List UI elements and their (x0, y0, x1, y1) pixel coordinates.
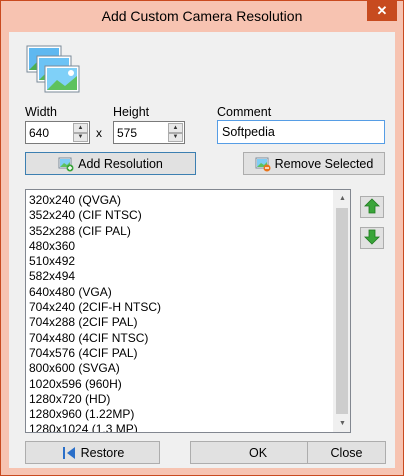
restore-button[interactable]: Restore (25, 441, 160, 464)
window-title: Add Custom Camera Resolution (101, 8, 303, 24)
remove-picture-icon (255, 156, 271, 172)
add-resolution-button[interactable]: Add Resolution (25, 152, 196, 175)
move-up-button[interactable] (360, 196, 384, 218)
width-increment-button[interactable]: ▲ (73, 123, 88, 133)
dialog-client-area: Width 640 ▲ ▼ x Height 575 ▲ ▼ Comment S… (9, 32, 395, 468)
dialog-window: Add Custom Camera Resolution ✕ Width 640 (0, 0, 404, 476)
height-value[interactable]: 575 (117, 126, 137, 140)
resolution-list-item[interactable]: 704x576 (4CIF PAL) (29, 346, 161, 361)
resolution-list-item[interactable]: 704x480 (4CIF NTSC) (29, 331, 161, 346)
resolution-list-item[interactable]: 480x360 (29, 239, 161, 254)
resolution-list-item[interactable]: 352x288 (CIF PAL) (29, 224, 161, 239)
comment-input[interactable] (218, 121, 384, 143)
width-value[interactable]: 640 (29, 126, 49, 140)
green-down-arrow-icon (364, 229, 380, 248)
resolution-list-item[interactable]: 1280x720 (HD) (29, 392, 161, 407)
resolution-list-item[interactable]: 582x494 (29, 269, 161, 284)
height-decrement-button[interactable]: ▼ (168, 132, 183, 142)
resolution-list-item[interactable]: 704x288 (2CIF PAL) (29, 315, 161, 330)
height-increment-button[interactable]: ▲ (168, 123, 183, 133)
resolution-list-item[interactable]: 1280x960 (1.22MP) (29, 407, 161, 422)
restore-label: Restore (80, 445, 125, 460)
restore-icon (61, 445, 77, 461)
add-resolution-label: Add Resolution (78, 156, 163, 171)
resolution-list-item[interactable]: 640x480 (VGA) (29, 285, 161, 300)
stacked-pictures-icon (25, 44, 81, 96)
resolution-list-item[interactable]: 704x240 (2CIF-H NTSC) (29, 300, 161, 315)
green-up-arrow-icon (364, 197, 380, 217)
move-down-button[interactable] (360, 227, 384, 249)
list-vertical-scrollbar[interactable]: ▲ ▼ (333, 190, 350, 432)
resolution-items: 320x240 (QVGA) 352x240 (CIF NTSC) 352x288 … (29, 193, 161, 432)
resolution-list-item[interactable]: 800x600 (SVGA) (29, 361, 161, 376)
ok-label: OK (248, 445, 268, 460)
resolution-list-item[interactable]: 1020x596 (960H) (29, 377, 161, 392)
close-window-button[interactable]: ✕ (367, 1, 397, 21)
height-label: Height (113, 105, 150, 119)
width-spinner[interactable]: 640 ▲ ▼ (25, 121, 90, 144)
remove-selected-label: Remove Selected (274, 156, 374, 171)
title-bar[interactable]: Add Custom Camera Resolution ✕ (1, 1, 403, 32)
ok-button[interactable]: OK (190, 441, 326, 464)
resolution-list-item[interactable]: 352x240 (CIF NTSC) (29, 208, 161, 223)
resolution-list-item[interactable]: 320x240 (QVGA) (29, 193, 161, 208)
resolution-list-item[interactable]: 1280x1024 (1.3 MP) (29, 422, 161, 432)
close-label: Close (330, 445, 363, 460)
comment-field[interactable] (217, 120, 385, 144)
resolution-list[interactable]: 320x240 (QVGA) 352x240 (CIF NTSC) 352x288 … (25, 189, 351, 433)
width-label: Width (25, 105, 57, 119)
dimension-separator: x (96, 126, 102, 140)
comment-label: Comment (217, 105, 272, 119)
scroll-up-icon[interactable]: ▲ (334, 190, 350, 207)
remove-selected-button[interactable]: Remove Selected (243, 152, 385, 175)
scroll-down-icon[interactable]: ▼ (334, 415, 350, 432)
resolution-list-item[interactable]: 510x492 (29, 254, 161, 269)
add-picture-icon (58, 156, 74, 172)
close-button[interactable]: Close (307, 441, 386, 464)
width-decrement-button[interactable]: ▼ (73, 132, 88, 142)
height-spinner[interactable]: 575 ▲ ▼ (113, 121, 185, 144)
scrollbar-thumb[interactable] (336, 208, 348, 414)
